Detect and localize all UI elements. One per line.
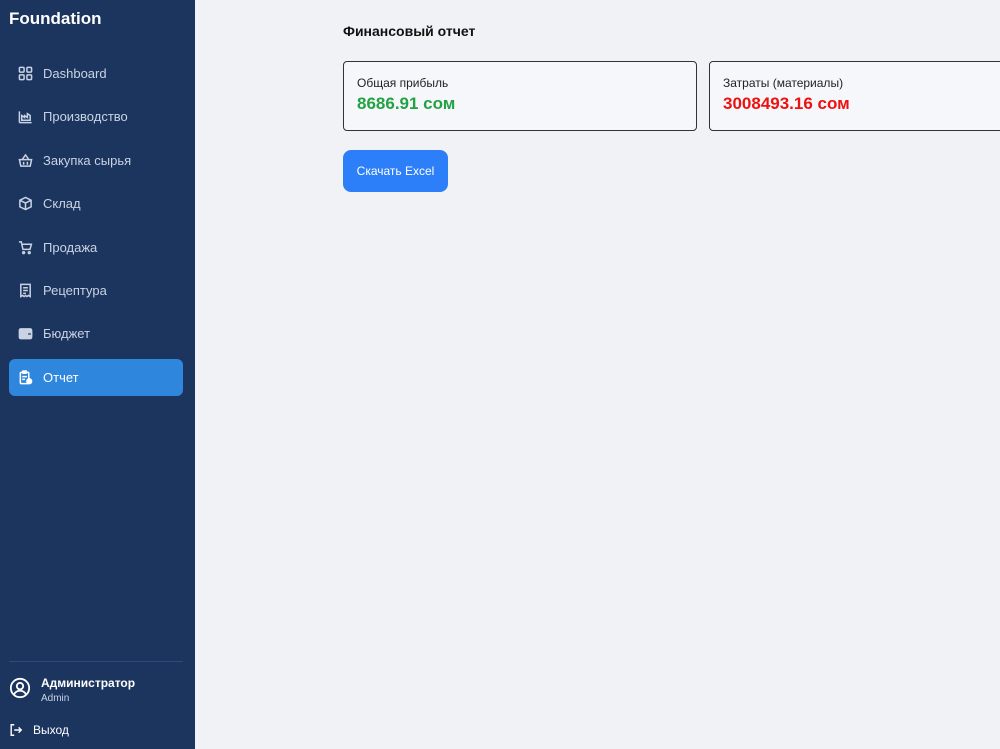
sidebar-item-production[interactable]: Производство [9,98,183,135]
brand-title: Foundation [9,9,102,28]
dashboard-grid-icon [17,66,33,82]
material-costs-card: Затраты (материалы) 3008493.16 сом [709,61,1000,131]
user-name: Администратор [41,676,136,690]
sidebar: Foundation Dashboard Производство Закупк… [0,0,195,749]
sidebar-item-report[interactable]: Отчет [9,358,183,396]
profit-value: 8686.91 сом [357,94,456,113]
factory-icon [17,109,33,125]
download-excel-button[interactable]: Скачать Excel [343,150,448,192]
user-avatar-icon [9,677,31,704]
wallet-icon [17,326,33,342]
user-profile: Администратор Admin [9,676,135,704]
logout-button[interactable]: Выход [9,723,69,737]
sidebar-item-label: Рецептура [43,282,107,298]
sidebar-item-label: Dashboard [43,66,107,81]
sidebar-item-label: Продажа [43,239,98,255]
sidebar-nav: Dashboard Производство Закупка сырья Скл… [9,55,183,402]
sidebar-item-warehouse[interactable]: Склад [9,185,183,222]
report-clipboard-icon [17,369,33,385]
sidebar-item-label: Бюджет [43,326,91,342]
main-content: Финансовый отчет Общая прибыль 8686.91 с… [195,0,1000,749]
sidebar-item-label: Отчет [43,369,79,385]
sidebar-item-purchase[interactable]: Закупка сырья [9,142,183,179]
user-role: Admin [41,693,70,704]
sidebar-divider [9,661,183,662]
sidebar-item-sales[interactable]: Продажа [9,229,183,266]
box-icon [17,196,33,212]
costs-label: Затраты (материалы) [723,76,844,90]
sidebar-item-recipe[interactable]: Рецептура [9,272,183,309]
basket-icon [17,152,33,168]
sidebar-item-label: Производство [43,109,128,125]
receipt-icon [17,282,33,298]
sidebar-item-label: Закупка сырья [43,152,132,168]
cart-icon [17,239,33,255]
logout-icon [10,724,23,736]
sidebar-item-dashboard[interactable]: Dashboard [9,55,183,92]
sidebar-item-budget[interactable]: Бюджет [9,315,183,352]
page-title: Финансовый отчет [343,23,476,39]
costs-value: 3008493.16 сом [723,94,850,113]
profit-card: Общая прибыль 8686.91 сом [343,61,697,131]
logout-label: Выход [33,723,69,737]
profit-label: Общая прибыль [357,76,449,90]
sidebar-item-label: Склад [43,196,81,212]
